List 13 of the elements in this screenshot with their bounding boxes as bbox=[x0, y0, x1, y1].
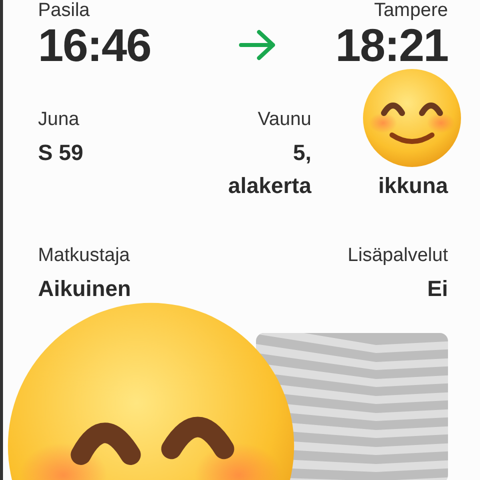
detail-value: 5, alakerta bbox=[227, 139, 312, 200]
extras-label: Lisäpalvelut bbox=[348, 244, 448, 268]
passenger-value: Aikuinen bbox=[38, 275, 131, 303]
arrival-station: Tampere bbox=[374, 0, 448, 22]
detail-label: Vaunu bbox=[258, 108, 312, 132]
extras-value: Ei bbox=[427, 275, 448, 303]
smiling-face-icon bbox=[362, 68, 462, 168]
detail-label: Juna bbox=[38, 108, 80, 132]
seat-value: ikkuna bbox=[378, 172, 448, 200]
arrow-right-icon bbox=[239, 29, 277, 61]
passenger-label: Matkustaja bbox=[38, 244, 130, 268]
arrival-time: 18:21 bbox=[335, 19, 448, 72]
detail-value: S 59 bbox=[38, 139, 84, 167]
